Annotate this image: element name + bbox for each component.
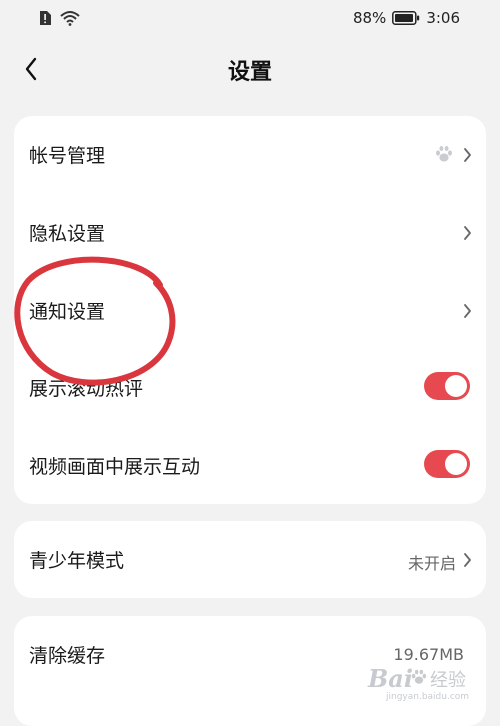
row-video-interaction-display: 视频画面中展示互动 [14,427,486,505]
toggle-knob [445,375,467,397]
row-value: 未开启 [407,554,456,573]
nav-header: 设置 [0,46,500,94]
row-value: 19.67MB [393,645,464,664]
page-title: 设置 [227,60,272,85]
paw-icon [436,146,452,162]
status-right: 88% 3:06 [353,9,460,27]
status-bar: 88% 3:06 [0,0,500,38]
settings-card-youth: 青少年模式 未开启 [14,521,486,598]
clock-time: 3:06 [426,9,460,27]
battery-percent: 88% [352,9,387,27]
row-account-management[interactable]: 帐号管理 [14,116,486,194]
row-label: 通知设置 [29,301,106,323]
chevron-right-icon [464,148,471,162]
sim-alert-icon [40,11,51,25]
row-clear-cache[interactable]: 清除缓存 19.67MB [14,616,486,694]
battery-icon [392,11,420,25]
settings-card-cache: 清除缓存 19.67MB [14,616,486,726]
row-notification-settings[interactable]: 通知设置 [14,272,486,350]
video-interaction-toggle[interactable] [424,450,470,478]
row-label: 隐私设置 [29,223,106,245]
settings-card-main: 帐号管理 隐私设置 通知设置 展示滚动热评 视频画面中展示互动 [14,116,486,504]
scrolling-comments-toggle[interactable] [424,372,470,400]
chevron-right-icon [464,553,471,567]
row-label: 清除缓存 [29,645,106,667]
status-left [38,10,80,26]
chevron-right-icon [464,304,471,318]
row-youth-mode[interactable]: 青少年模式 未开启 [14,521,486,598]
row-scrolling-hot-comments: 展示滚动热评 [14,349,486,427]
row-label: 帐号管理 [29,145,106,167]
row-label: 展示滚动热评 [29,378,144,400]
row-privacy-settings[interactable]: 隐私设置 [14,194,486,272]
row-label: 视频画面中展示互动 [29,456,201,478]
toggle-knob [445,453,467,475]
wifi-icon [60,11,80,26]
chevron-right-icon [464,226,471,240]
row-label: 青少年模式 [29,550,125,572]
